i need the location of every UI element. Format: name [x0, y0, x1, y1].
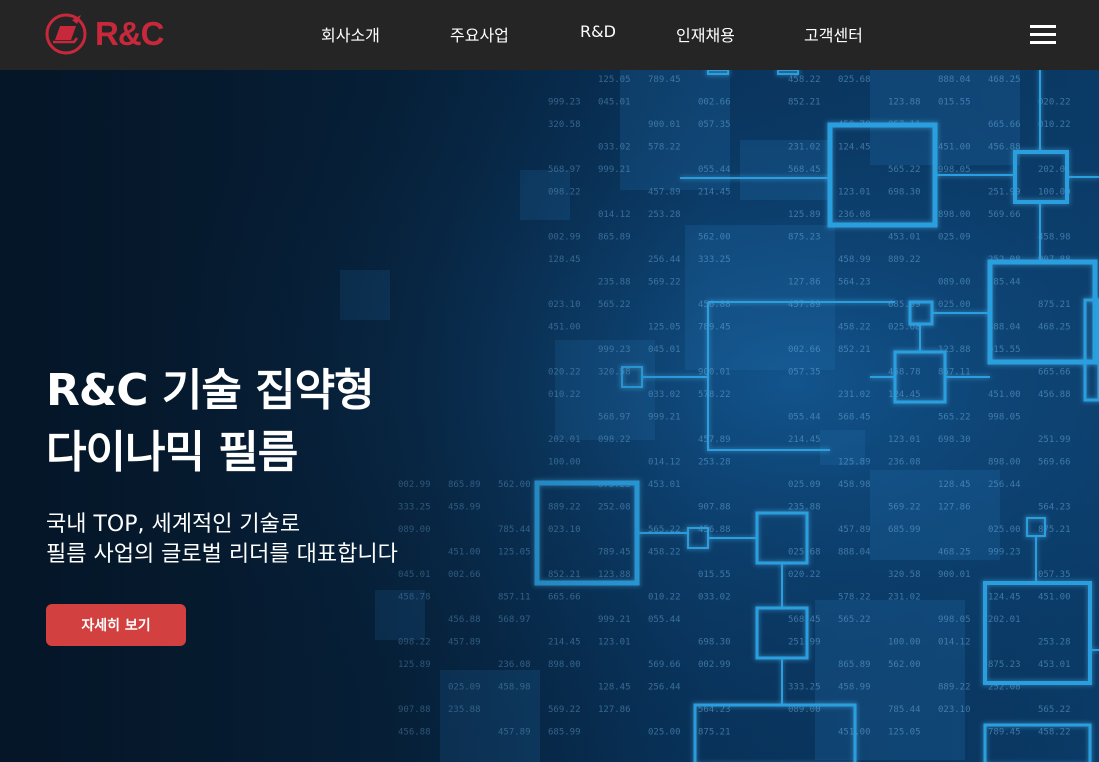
site-header: R&C 회사소개 주요사업 R&D 인재채용 고객센터 [0, 0, 1099, 70]
nav-item-recruit[interactable]: 인재채용 [676, 22, 735, 46]
headline-line-2: 다이나믹 필름 [46, 427, 298, 478]
more-details-button[interactable]: 자세히 보기 [46, 604, 186, 646]
hero-banner: 125.05789.45458.22025.68888.04468.25999.… [0, 70, 1099, 762]
headline-line-1: R&C 기술 집약형 [46, 365, 375, 416]
logo-mark-icon [45, 13, 87, 55]
hero-headline: R&C 기술 집약형 다이나믹 필름 [46, 360, 375, 484]
site-logo[interactable]: R&C [44, 12, 164, 56]
nav-item-business[interactable]: 주요사업 [450, 22, 509, 46]
subline-line-1: 국내 TOP, 세계적인 기술로 [46, 512, 301, 537]
nav-item-support[interactable]: 고객센터 [804, 22, 863, 46]
subline-line-2: 필름 사업의 글로벌 리더를 대표합니다 [46, 542, 398, 567]
hero-subline: 국내 TOP, 세계적인 기술로 필름 사업의 글로벌 리더를 대표합니다 [46, 510, 398, 570]
nav-item-company[interactable]: 회사소개 [321, 22, 380, 46]
hamburger-menu-icon[interactable] [1030, 25, 1056, 45]
nav-item-rnd[interactable]: R&D [580, 22, 616, 41]
logo-text: R&C [95, 15, 164, 52]
